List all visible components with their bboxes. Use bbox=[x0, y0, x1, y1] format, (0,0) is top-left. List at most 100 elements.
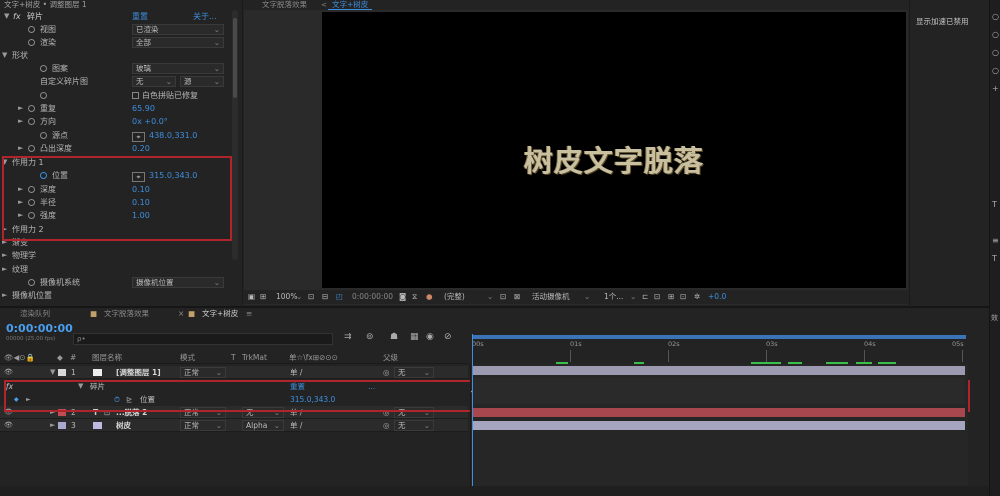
comp-timecode[interactable]: 0:00:00:00 bbox=[352, 290, 393, 304]
gear-icon[interactable]: ✲ bbox=[694, 290, 700, 304]
text-tool-icon[interactable]: T bbox=[992, 254, 997, 263]
plus-icon[interactable]: + bbox=[992, 84, 999, 93]
show-snapshot-icon[interactable]: ⧖ bbox=[412, 290, 417, 304]
mode-dropdown[interactable]: 正常 ⌄ bbox=[180, 367, 226, 378]
effect-property-row[interactable]: 视图 已渲染 ⌄ bbox=[0, 23, 230, 36]
disclosure-triangle-icon[interactable]: ► bbox=[18, 115, 23, 128]
comp-tab-2[interactable]: 文字+树皮 bbox=[328, 0, 373, 10]
flowchart-icon[interactable]: ⊞ bbox=[668, 290, 674, 304]
property-value[interactable]: 65.90 bbox=[132, 102, 155, 115]
effect-property-row[interactable]: 图案 玻璃 ⌄ bbox=[0, 62, 230, 75]
layer-row[interactable]: 👁 ► 3 树皮 正常 ⌄ Alpha ⌄ 单 / ◎ 无 ⌄ bbox=[0, 419, 468, 432]
property-value[interactable]: 438.0,331.0 bbox=[149, 131, 197, 140]
disclosure-triangle-icon[interactable]: ► bbox=[2, 249, 7, 262]
effect-property-row[interactable]: 摄像机系统 摄像机位置 ⌄ bbox=[0, 276, 230, 289]
text-tool-icon[interactable]: T bbox=[992, 200, 997, 209]
resolution-dropdown[interactable]: (完整) bbox=[444, 290, 465, 304]
snapshot-camera-icon[interactable]: ◙ bbox=[399, 290, 406, 304]
property-dropdown[interactable]: 无 ⌄ bbox=[132, 76, 176, 87]
property-dropdown[interactable]: 全部 ⌄ bbox=[132, 37, 224, 48]
disclosure-triangle-icon[interactable]: ► bbox=[2, 289, 7, 302]
effect-property-row[interactable]: 渲染 全部 ⌄ bbox=[0, 36, 230, 49]
safe-zones-icon[interactable]: ⊡ bbox=[308, 290, 314, 304]
stopwatch-icon[interactable] bbox=[28, 145, 35, 152]
stopwatch-icon[interactable] bbox=[28, 39, 35, 46]
region-interest-icon[interactable]: ◰ bbox=[336, 290, 343, 304]
eye-icon[interactable]: 👁 bbox=[4, 366, 13, 379]
label-color-swatch[interactable] bbox=[58, 369, 66, 376]
layer-bar-3[interactable] bbox=[473, 421, 965, 430]
stopwatch-icon[interactable] bbox=[28, 279, 35, 286]
shy-layers-icon[interactable]: ☗ bbox=[390, 332, 398, 342]
circle-icon[interactable]: ○ bbox=[992, 48, 999, 57]
tab-comp-2[interactable]: 文字+树皮 bbox=[202, 308, 238, 320]
parent-dropdown[interactable]: 无 ⌄ bbox=[394, 367, 434, 378]
pickwhip-icon[interactable]: ◎ bbox=[383, 366, 390, 379]
stopwatch-icon[interactable] bbox=[28, 105, 35, 112]
effect-property-row[interactable]: ► 摄像机位置 bbox=[0, 289, 230, 302]
views-dropdown[interactable]: 1个... bbox=[604, 290, 623, 304]
collapse-triangle-icon[interactable]: ▼ bbox=[4, 10, 9, 23]
layer-bar-1[interactable] bbox=[473, 366, 965, 375]
property-dropdown[interactable]: 源 ⌄ bbox=[180, 76, 224, 87]
property-dropdown[interactable]: 已渲染 ⌄ bbox=[132, 24, 224, 35]
effects-scrollbar[interactable] bbox=[232, 10, 238, 260]
layer-name[interactable]: [调整图层 1] bbox=[116, 366, 161, 379]
motion-blur-icon[interactable]: ◉ bbox=[426, 332, 434, 342]
disclosure-triangle-icon[interactable]: ► bbox=[18, 102, 23, 115]
circle-icon[interactable]: ○ bbox=[992, 66, 999, 75]
comp-canvas[interactable]: 树皮文字脱落 bbox=[322, 12, 906, 288]
list-icon[interactable]: ≡ bbox=[992, 236, 999, 245]
close-icon[interactable]: × bbox=[178, 308, 184, 320]
trkmat-dropdown[interactable]: Alpha ⌄ bbox=[242, 420, 284, 431]
frame-blending-icon[interactable]: ▦ bbox=[410, 332, 419, 342]
parent-dropdown[interactable]: 无 ⌄ bbox=[394, 420, 434, 431]
layer-bar-2[interactable] bbox=[473, 408, 965, 417]
effect-property-row[interactable]: ► 重复 65.90 bbox=[0, 102, 230, 115]
stopwatch-icon[interactable] bbox=[40, 65, 47, 72]
property-dropdown[interactable]: 玻璃 ⌄ bbox=[132, 63, 224, 74]
layer-row[interactable]: 👁 ▼ 1 [调整图层 1] 正常 ⌄ 单 / ◎ 无 ⌄ bbox=[0, 366, 468, 379]
layer-name[interactable]: 树皮 bbox=[116, 419, 131, 432]
disclosure-triangle-icon[interactable]: ▼ bbox=[2, 49, 7, 62]
checkbox[interactable] bbox=[132, 92, 139, 99]
disclosure-triangle-icon[interactable]: ► bbox=[18, 142, 23, 155]
effect-property-row[interactable]: 自定义碎片图无 ⌄ 源 ⌄ bbox=[0, 75, 230, 88]
grid-icon[interactable]: ⊞ bbox=[260, 290, 266, 304]
circle-icon[interactable]: ○ bbox=[992, 30, 999, 39]
stopwatch-icon[interactable] bbox=[40, 92, 47, 99]
current-time-indicator[interactable] bbox=[472, 334, 473, 496]
disclosure-triangle-icon[interactable]: ► bbox=[50, 419, 55, 432]
effect-property-row[interactable]: ► 凸出深度 0.20 bbox=[0, 142, 230, 155]
layer-switches[interactable]: 单 / bbox=[290, 366, 302, 379]
transparency-grid-icon[interactable]: ⊠ bbox=[514, 290, 520, 304]
reset-exposure-icon[interactable]: ⊡ bbox=[654, 290, 660, 304]
circle-icon[interactable]: ○ bbox=[992, 12, 999, 21]
property-value[interactable]: 0.20 bbox=[132, 142, 150, 155]
pickwhip-icon[interactable]: ◎ bbox=[383, 419, 390, 432]
timeline-icon[interactable]: ⊡ bbox=[680, 290, 686, 304]
tab-comp-1[interactable]: 文字脱落效果 bbox=[104, 308, 149, 320]
exposure-value[interactable]: +0.0 bbox=[708, 290, 726, 304]
stopwatch-icon[interactable] bbox=[28, 118, 35, 125]
layer-search-input[interactable]: ρ• bbox=[73, 333, 333, 345]
disclosure-triangle-icon[interactable]: ► bbox=[2, 263, 7, 276]
3d-view-icon[interactable]: ⊏ bbox=[642, 290, 648, 304]
stopwatch-icon[interactable] bbox=[28, 26, 35, 33]
disclosure-triangle-icon[interactable]: ▼ bbox=[50, 366, 55, 379]
effect-property-row[interactable]: ► 纹理 bbox=[0, 263, 230, 276]
label-color-swatch[interactable] bbox=[58, 422, 66, 429]
crosshair-icon[interactable]: ⌖ bbox=[132, 132, 145, 142]
property-value[interactable]: 0x +0.0° bbox=[132, 115, 168, 128]
effect-property-row[interactable]: 白色拼贴已修复 bbox=[0, 89, 230, 102]
effect-property-row[interactable]: ▼ 形状 bbox=[0, 49, 230, 62]
draft-3d-icon[interactable]: ⊚ bbox=[366, 332, 374, 342]
camera-dropdown[interactable]: 活动摄像机 bbox=[532, 290, 570, 304]
col-layer-name[interactable]: 图层名称 bbox=[92, 352, 122, 364]
time-ruler[interactable]: 00s 01s 02s 03s 04s 05s bbox=[470, 334, 968, 364]
eye-icon[interactable]: 👁 bbox=[4, 419, 13, 432]
effect-property-row[interactable]: 源点 ⌖ 438.0,331.0 bbox=[0, 129, 230, 142]
effect-row[interactable]: ▼ fx 碎片 重置 关于... bbox=[0, 10, 240, 23]
always-preview-icon[interactable]: ▣ bbox=[248, 290, 255, 304]
layer-switches[interactable]: 单 / bbox=[290, 419, 302, 432]
